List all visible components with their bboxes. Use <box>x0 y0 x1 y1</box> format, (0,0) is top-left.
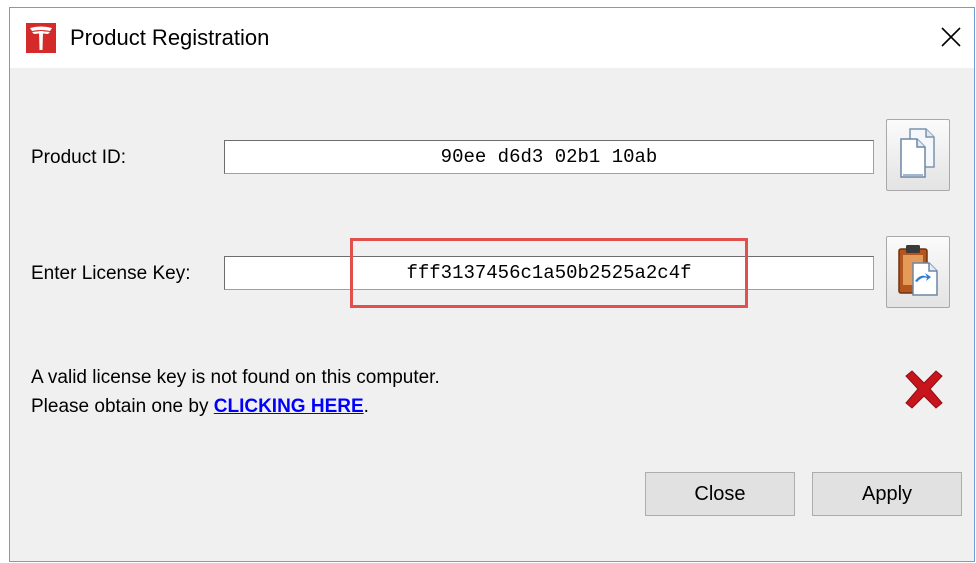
product-id-label: Product ID: <box>31 147 127 168</box>
paste-clipboard-icon <box>895 241 941 304</box>
paste-license-key-button[interactable] <box>886 236 950 308</box>
license-status-message-line1: A valid license key is not found on this… <box>31 367 440 388</box>
tesla-t-logo-icon <box>26 23 56 53</box>
title-bar: Product Registration <box>10 8 974 68</box>
license-key-label: Enter License Key: <box>31 263 191 284</box>
license-key-field[interactable] <box>224 256 874 290</box>
product-registration-dialog: Product Registration Product ID: Enter L… <box>9 7 975 562</box>
obtain-license-prefix: Please obtain one by <box>31 396 214 417</box>
close-icon[interactable] <box>936 22 966 52</box>
obtain-license-link[interactable]: CLICKING HERE <box>214 396 364 417</box>
red-x-icon <box>900 366 948 414</box>
apply-button[interactable]: Apply <box>812 472 962 516</box>
product-id-field[interactable] <box>224 140 874 174</box>
copy-product-id-button[interactable] <box>886 119 950 191</box>
license-status-message-line2: Please obtain one by CLICKING HERE. <box>31 395 369 419</box>
close-button[interactable]: Close <box>645 472 795 516</box>
copy-documents-icon <box>896 125 940 186</box>
obtain-license-suffix: . <box>363 396 369 417</box>
window-title: Product Registration <box>70 25 270 50</box>
